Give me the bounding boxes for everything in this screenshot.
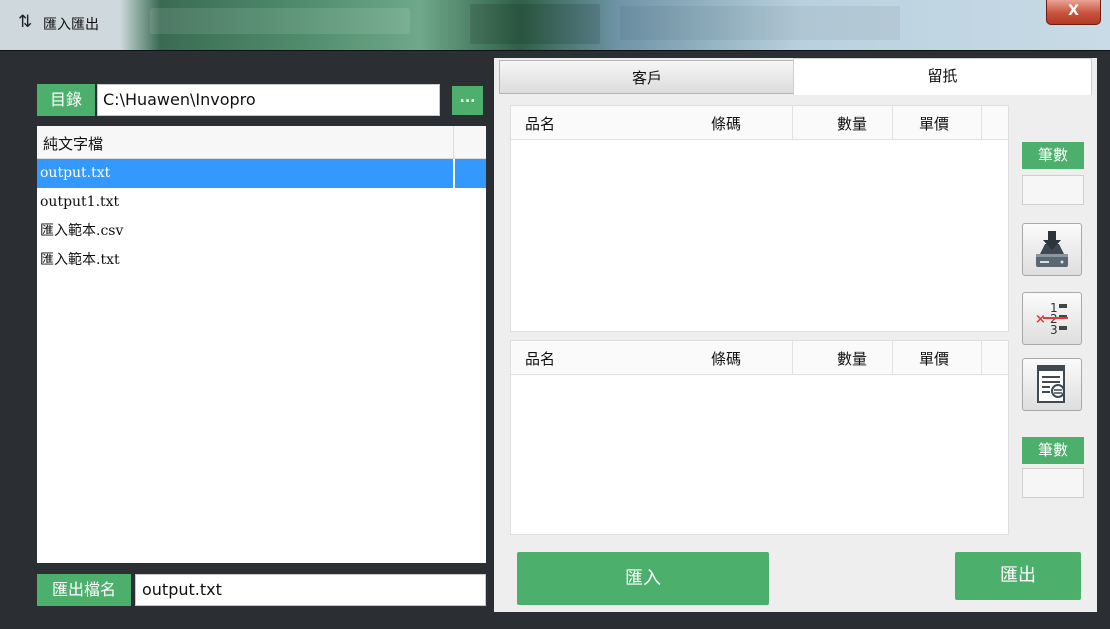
background-window-fragment [470, 4, 600, 44]
window-title: 匯入匯出 [43, 17, 99, 33]
grid-header: 品名 條碼 數量 單價 [511, 106, 1008, 140]
column-divider [453, 159, 455, 188]
save-to-drive-button[interactable] [1022, 223, 1082, 276]
column-divider [981, 106, 982, 139]
count-label-top: 筆數 [1022, 142, 1084, 169]
item-grid-bottom[interactable]: 品名 條碼 數量 單價 [510, 340, 1009, 535]
delete-numbered-list-icon: 1 2 3 × [1035, 301, 1068, 337]
count-value-top [1022, 175, 1084, 205]
column-divider [792, 106, 793, 139]
tab-hold[interactable]: 留扺 [793, 58, 1092, 95]
save-to-drive-icon [1036, 231, 1068, 267]
refresh-arrows-icon: ⇅ [18, 12, 33, 32]
file-list-header: 純文字檔 [37, 126, 486, 159]
file-name: output1.txt [40, 194, 120, 210]
file-list-header-label: 純文字檔 [43, 135, 104, 153]
file-row[interactable]: output1.txt [37, 188, 486, 217]
file-list[interactable]: 純文字檔 output.txt output1.txt 匯入範本.csv 匯入範… [37, 126, 486, 563]
browse-button[interactable]: ... [452, 86, 483, 115]
directory-field[interactable]: C:\Huawen\Invopro [97, 84, 440, 116]
item-grid-top[interactable]: 品名 條碼 數量 單價 [510, 105, 1009, 332]
file-row[interactable]: 匯入範本.csv [37, 217, 486, 246]
import-button[interactable]: 匯入 [517, 552, 769, 605]
directory-label: 目錄 [37, 84, 95, 116]
export-filename-label: 匯出檔名 [37, 574, 131, 606]
close-button[interactable]: X [1046, 0, 1101, 25]
column-header-price[interactable]: 單價 [919, 113, 949, 134]
background-window-fragment [620, 6, 900, 40]
export-button[interactable]: 匯出 [955, 552, 1081, 600]
column-divider [981, 341, 982, 374]
svg-text:×: × [1035, 312, 1046, 327]
file-name: 匯入範本.txt [40, 252, 120, 268]
column-header-name[interactable]: 品名 [525, 113, 555, 134]
file-name: output.txt [40, 165, 111, 181]
column-divider [892, 106, 893, 139]
column-header-barcode[interactable]: 條碼 [711, 113, 741, 134]
count-value-bottom [1022, 468, 1084, 498]
svg-text:3: 3 [1050, 323, 1058, 337]
file-row[interactable]: output.txt [37, 159, 486, 188]
column-divider [892, 341, 893, 374]
column-header-quantity[interactable]: 數量 [837, 113, 867, 134]
column-header-price[interactable]: 單價 [919, 348, 949, 369]
column-header-barcode[interactable]: 條碼 [711, 348, 741, 369]
title-bar: ⇅ 匯入匯出 X [0, 0, 1110, 51]
delete-numbered-list-button[interactable]: 1 2 3 × [1022, 292, 1082, 345]
column-header-quantity[interactable]: 數量 [837, 348, 867, 369]
export-filename-field[interactable]: output.txt [135, 574, 486, 606]
count-label-bottom: 筆數 [1022, 437, 1084, 464]
document-list-icon [1037, 365, 1065, 403]
column-header-name[interactable]: 品名 [525, 348, 555, 369]
file-row[interactable]: 匯入範本.txt [37, 246, 486, 275]
tab-customer[interactable]: 客戶 [499, 60, 795, 94]
grid-header: 品名 條碼 數量 單價 [511, 341, 1008, 375]
right-panel: 客戶 留扺 品名 條碼 數量 單價 品名 條碼 數量 單價 筆數 1 3 × 筆… [494, 58, 1097, 612]
background-window-fragment [150, 8, 410, 34]
document-list-button[interactable] [1022, 358, 1082, 411]
file-name: 匯入範本.csv [40, 223, 124, 239]
column-divider [453, 126, 454, 158]
column-divider [792, 341, 793, 374]
